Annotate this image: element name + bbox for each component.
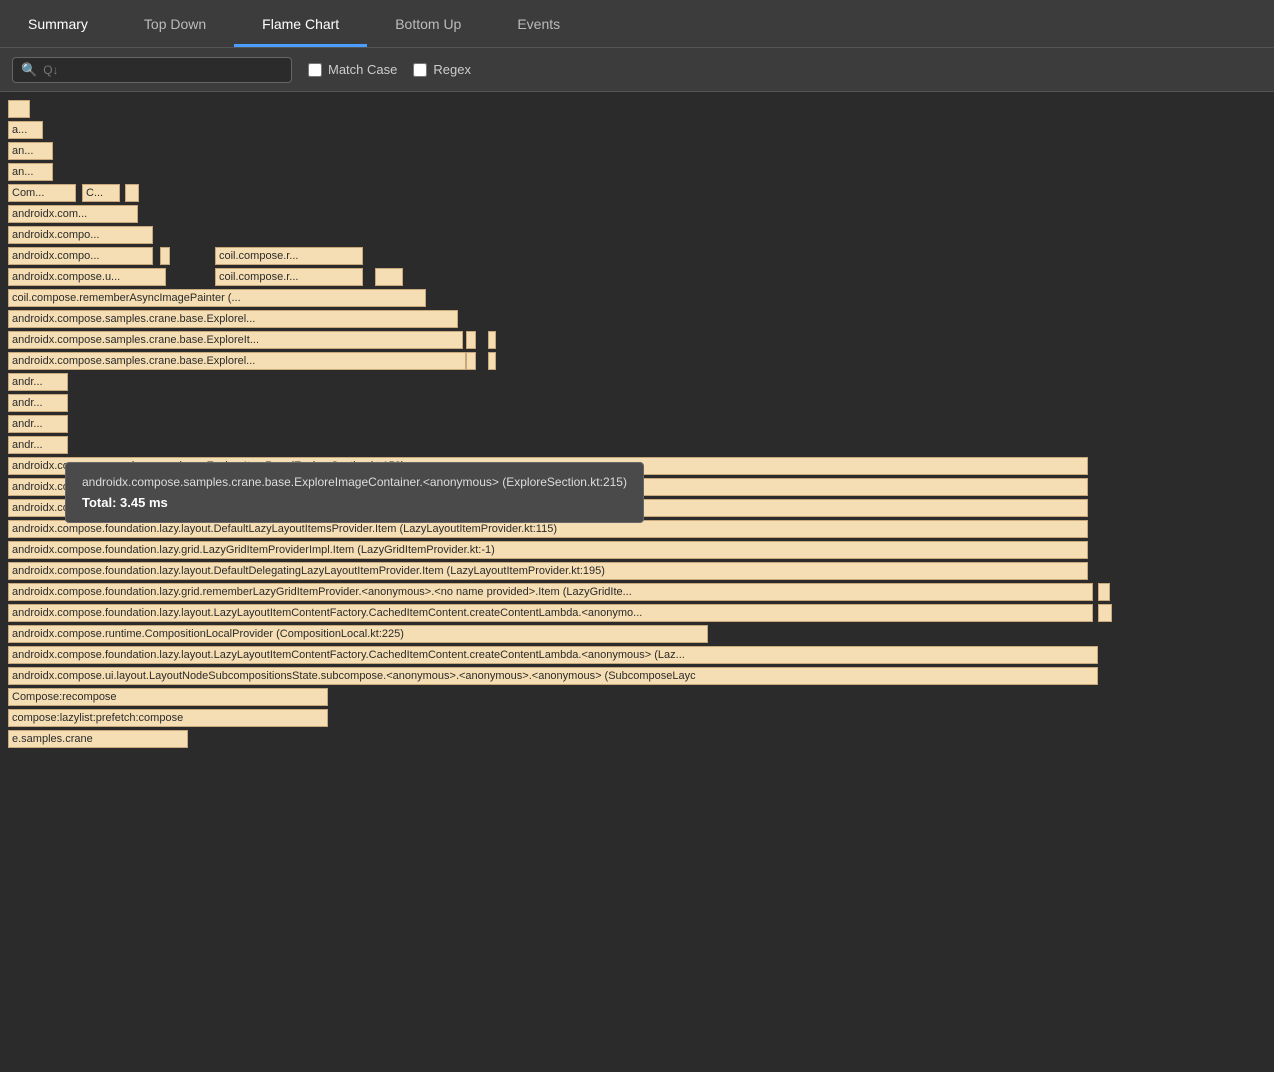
flame-row: androidx.compose.samples.crane.base.Expl…: [0, 331, 1274, 351]
flame-row: androidx.compose.runtime.CompositionLoca…: [0, 625, 1274, 645]
flame-block[interactable]: andr...: [8, 436, 68, 454]
tooltip-total: Total: 3.45 ms: [82, 495, 627, 510]
flame-block[interactable]: e.samples.crane: [8, 730, 188, 748]
flame-block[interactable]: [1098, 604, 1112, 622]
flame-block[interactable]: andr...: [8, 373, 68, 391]
flame-row: androidx.compose.foundation.lazy.layout.…: [0, 520, 1274, 540]
regex-text: Regex: [433, 62, 471, 77]
flame-block[interactable]: androidx.compose.foundation.lazy.grid.re…: [8, 583, 1093, 601]
flame-row: androidx.compo...: [0, 226, 1274, 246]
flame-block[interactable]: androidx.compose.samples.crane.base.Expl…: [8, 331, 463, 349]
flame-block[interactable]: coil.compose.r...: [215, 268, 363, 286]
flame-block[interactable]: Com...: [8, 184, 76, 202]
flame-block[interactable]: [488, 352, 496, 370]
flame-block[interactable]: an...: [8, 142, 53, 160]
flame-row: androidx.compo... coil.compose.r...: [0, 247, 1274, 267]
flame-block[interactable]: androidx.compo...: [8, 226, 153, 244]
flame-row: androidx.compose.ui.layout.LayoutNodeSub…: [0, 667, 1274, 687]
flame-row: coil.compose.rememberAsyncImagePainter (…: [0, 289, 1274, 309]
flame-block[interactable]: C...: [82, 184, 120, 202]
flame-row: [0, 100, 1274, 120]
toolbar: 🔍 Match Case Regex: [0, 48, 1274, 92]
flame-row: andr...: [0, 394, 1274, 414]
flame-block[interactable]: androidx.compose.ui.layout.LayoutNodeSub…: [8, 667, 1098, 685]
regex-checkbox[interactable]: [413, 63, 427, 77]
match-case-checkbox[interactable]: [308, 63, 322, 77]
flame-block[interactable]: [375, 268, 403, 286]
flame-block[interactable]: andr...: [8, 415, 68, 433]
flame-block[interactable]: androidx.compo...: [8, 247, 153, 265]
tab-events[interactable]: Events: [489, 0, 588, 47]
flame-row: androidx.com...: [0, 205, 1274, 225]
flame-block[interactable]: [466, 331, 476, 349]
search-input[interactable]: [43, 63, 283, 77]
match-case-label[interactable]: Match Case: [308, 62, 397, 77]
flame-block[interactable]: androidx.com...: [8, 205, 138, 223]
flame-row: compose:lazylist:prefetch:compose: [0, 709, 1274, 729]
tab-bar: Summary Top Down Flame Chart Bottom Up E…: [0, 0, 1274, 48]
flame-block[interactable]: androidx.compose.foundation.lazy.layout.…: [8, 562, 1088, 580]
flame-chart-area: a... an... an... Com... C... androidx.com... a…: [0, 92, 1274, 1072]
flame-block[interactable]: coil.compose.r...: [215, 247, 363, 265]
flame-row: an...: [0, 142, 1274, 162]
flame-row: androidx.compose.foundation.lazy.grid.re…: [0, 583, 1274, 603]
tab-topdown[interactable]: Top Down: [116, 0, 234, 47]
tab-bottomup[interactable]: Bottom Up: [367, 0, 489, 47]
flame-row: e.samples.crane: [0, 730, 1274, 750]
flame-row: a...: [0, 121, 1274, 141]
flame-block[interactable]: androidx.compose.samples.crane.base.Expl…: [8, 352, 466, 370]
flame-row: androidx.compose.foundation.lazy.layout.…: [0, 562, 1274, 582]
flame-block[interactable]: androidx.compose.samples.crane.base.Expl…: [8, 310, 458, 328]
flame-row: androidx.compose.samples.crane.base.Expl…: [0, 310, 1274, 330]
flame-block[interactable]: androidx.compose.runtime.CompositionLoca…: [8, 625, 708, 643]
flame-block[interactable]: an...: [8, 163, 53, 181]
flame-block[interactable]: a...: [8, 121, 43, 139]
flame-block[interactable]: [8, 100, 30, 118]
flame-block[interactable]: [1098, 583, 1110, 601]
flame-row: andr...: [0, 436, 1274, 456]
flame-row: Com... C...: [0, 184, 1274, 204]
flame-row: andr...: [0, 373, 1274, 393]
search-icon: 🔍: [21, 62, 37, 78]
tooltip-title: androidx.compose.samples.crane.base.Expl…: [82, 475, 627, 489]
match-case-text: Match Case: [328, 62, 397, 77]
flame-block[interactable]: [488, 331, 496, 349]
flame-row: androidx.compose.samples.crane.base.Expl…: [0, 352, 1274, 372]
flame-block[interactable]: androidx.compose.foundation.lazy.layout.…: [8, 646, 1098, 664]
search-box: 🔍: [12, 57, 292, 83]
tab-summary[interactable]: Summary: [0, 0, 116, 47]
flame-row: androidx.compose.foundation.lazy.grid.La…: [0, 541, 1274, 561]
flame-block[interactable]: androidx.compose.foundation.lazy.grid.La…: [8, 541, 1088, 559]
tab-flamechart[interactable]: Flame Chart: [234, 0, 367, 47]
flame-row: androidx.compose.foundation.lazy.layout.…: [0, 646, 1274, 666]
flame-row: androidx.compose.u... coil.compose.r...: [0, 268, 1274, 288]
flame-block[interactable]: compose:lazylist:prefetch:compose: [8, 709, 328, 727]
flame-block[interactable]: [466, 352, 476, 370]
flame-row: Compose:recompose: [0, 688, 1274, 708]
flame-block[interactable]: [160, 247, 170, 265]
flame-block[interactable]: Compose:recompose: [8, 688, 328, 706]
flame-block[interactable]: andr...: [8, 394, 68, 412]
flame-row: an...: [0, 163, 1274, 183]
flame-row: androidx.compose.foundation.lazy.layout.…: [0, 604, 1274, 624]
tooltip: androidx.compose.samples.crane.base.Expl…: [65, 462, 644, 523]
flame-block[interactable]: androidx.compose.u...: [8, 268, 166, 286]
flame-row: andr...: [0, 415, 1274, 435]
flame-block[interactable]: [125, 184, 139, 202]
flame-block[interactable]: androidx.compose.foundation.lazy.layout.…: [8, 604, 1093, 622]
regex-label[interactable]: Regex: [413, 62, 471, 77]
flame-block[interactable]: coil.compose.rememberAsyncImagePainter (…: [8, 289, 426, 307]
